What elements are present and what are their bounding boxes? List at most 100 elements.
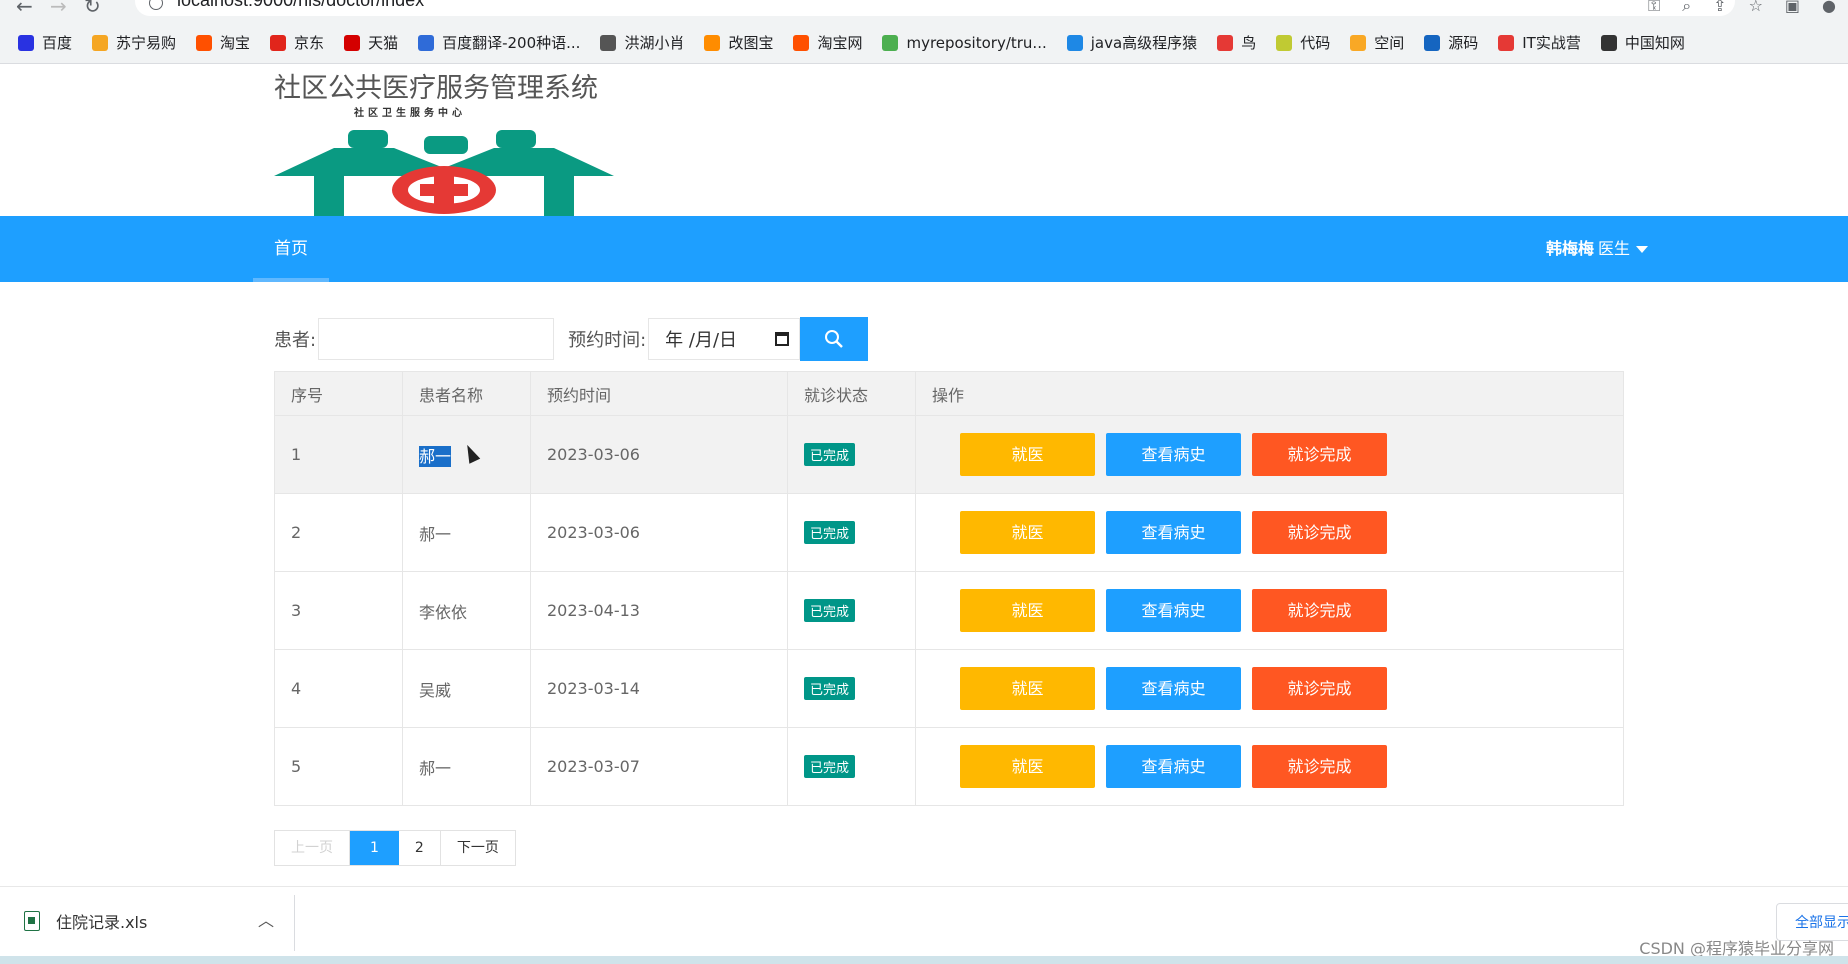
visit-status-cell: 已完成 — [787, 493, 916, 572]
reload-icon[interactable]: ↻ — [84, 0, 101, 18]
appointment-time: 2023-04-13 — [530, 571, 788, 650]
view-history-button[interactable]: 查看病史 — [1106, 589, 1241, 632]
site-info-icon[interactable] — [149, 0, 163, 10]
bookmark-item[interactable]: 改图宝 — [704, 32, 773, 53]
actions-cell: 就医 查看病史 就诊完成 — [915, 415, 1624, 494]
divider — [294, 895, 295, 951]
view-history-button[interactable]: 查看病史 — [1106, 433, 1241, 476]
bookmark-item[interactable]: 淘宝 — [196, 32, 250, 53]
bookmark-item[interactable]: 苏宁易购 — [92, 32, 176, 53]
bookmark-item[interactable]: IT实战营 — [1498, 32, 1581, 53]
patient-label: 患者: — [274, 330, 317, 351]
zoom-icon[interactable]: ⌕ — [1682, 0, 1691, 16]
user-role: 医生 — [1597, 239, 1630, 258]
patient-search-input[interactable] — [318, 318, 555, 360]
bookmark-item[interactable]: 洪湖小肖 — [600, 32, 684, 53]
bookmark-label: java高级程序猿 — [1090, 34, 1198, 52]
download-item[interactable]: 住院记录.xls — [24, 909, 147, 933]
excel-file-icon — [24, 911, 40, 931]
visit-status-cell: 已完成 — [787, 415, 916, 494]
bookmark-label: 天猫 — [368, 34, 399, 52]
status-badge: 已完成 — [804, 677, 856, 700]
browser-toolbar: ← → ↻ localhost:9000/his/doctor/index ⚿ … — [0, 0, 1848, 22]
appointment-time: 2023-03-06 — [530, 415, 788, 494]
bookmark-item[interactable]: java高级程序猿 — [1066, 32, 1198, 53]
bookmark-label: 洪湖小肖 — [624, 34, 685, 52]
key-icon[interactable]: ⚿ — [1648, 0, 1660, 16]
complete-visit-button[interactable]: 就诊完成 — [1252, 589, 1387, 632]
page-1-button[interactable]: 1 — [350, 831, 399, 865]
calendar-icon[interactable] — [775, 332, 790, 346]
bookmark-item[interactable]: 源码 — [1424, 32, 1478, 53]
bookmark-label: 改图宝 — [728, 34, 774, 52]
complete-visit-button[interactable]: 就诊完成 — [1252, 433, 1387, 476]
bookmark-item[interactable]: 百度翻译-200种语... — [418, 32, 580, 53]
bookmark-item[interactable]: 百度 — [18, 32, 72, 53]
view-history-button[interactable]: 查看病史 — [1106, 667, 1241, 710]
bookmark-favicon-icon — [344, 34, 361, 51]
bookmark-item[interactable]: 鸟 — [1217, 32, 1256, 53]
visit-button[interactable]: 就医 — [960, 667, 1095, 710]
visit-button[interactable]: 就医 — [960, 589, 1095, 632]
visit-button[interactable]: 就医 — [960, 433, 1095, 476]
clinic-logo: 社区卫生服务中心 — [274, 106, 614, 216]
bookmark-item[interactable]: myrepository/tru... — [882, 33, 1047, 52]
status-badge: 已完成 — [804, 599, 856, 622]
search-button[interactable] — [800, 317, 869, 361]
appointment-date-input[interactable]: 年 /月/日 — [648, 318, 801, 360]
site-title: 社区公共医疗服务管理系统 — [274, 73, 598, 104]
visit-status-cell: 已完成 — [787, 727, 916, 806]
logo-text: 社区卫生服务中心 — [353, 106, 466, 119]
header-appointment-time: 预约时间 — [530, 371, 788, 416]
bookmark-label: 代码 — [1300, 34, 1331, 52]
bookmark-favicon-icon — [92, 34, 109, 51]
date-placeholder: 年 /月/日 — [665, 330, 738, 351]
row-no: 3 — [274, 571, 403, 650]
visit-status-cell: 已完成 — [787, 649, 916, 728]
view-history-button[interactable]: 查看病史 — [1106, 511, 1241, 554]
star-icon[interactable]: ☆ — [1749, 0, 1763, 16]
patient-name-cell: 李依依 — [402, 571, 531, 650]
visit-button[interactable]: 就医 — [960, 511, 1095, 554]
forward-icon[interactable]: → — [50, 0, 67, 18]
table-row: 3 李依依 2023-04-13 已完成 就医 查看病史 就诊完成 — [274, 571, 1624, 650]
address-bar[interactable]: localhost:9000/his/doctor/index — [135, 0, 1735, 16]
bookmark-label: myrepository/tru... — [906, 33, 1047, 52]
bookmark-item[interactable]: 淘宝网 — [793, 32, 862, 53]
patient-name: 郝一 — [419, 445, 452, 467]
bookmark-favicon-icon — [1276, 34, 1293, 51]
bookmark-item[interactable]: 中国知网 — [1600, 32, 1685, 53]
actions-cell: 就医 查看病史 就诊完成 — [915, 649, 1624, 728]
chevron-up-icon[interactable]: ︿ — [258, 907, 274, 931]
bookmark-item[interactable]: 京东 — [270, 32, 324, 53]
bookmark-item[interactable]: 天猫 — [344, 32, 398, 53]
profile-icon[interactable]: ● — [1822, 0, 1836, 16]
bookmark-item[interactable]: 空间 — [1350, 32, 1404, 53]
back-icon[interactable]: ← — [16, 0, 33, 18]
page-2-button[interactable]: 2 — [398, 831, 441, 865]
bookmark-favicon-icon — [270, 34, 287, 51]
status-badge: 已完成 — [804, 755, 856, 778]
patient-name: 吴威 — [419, 680, 452, 700]
actions-cell: 就医 查看病史 就诊完成 — [915, 727, 1624, 806]
complete-visit-button[interactable]: 就诊完成 — [1252, 667, 1387, 710]
view-history-button[interactable]: 查看病史 — [1106, 745, 1241, 788]
bookmark-label: 百度翻译-200种语... — [442, 34, 581, 52]
prev-page-button[interactable]: 上一页 — [275, 831, 350, 865]
visit-button[interactable]: 就医 — [960, 745, 1095, 788]
bookmark-favicon-icon — [1424, 34, 1441, 51]
bookmark-item[interactable]: 代码 — [1276, 32, 1330, 53]
complete-visit-button[interactable]: 就诊完成 — [1252, 745, 1387, 788]
user-menu[interactable]: 韩梅梅 医生 — [1546, 216, 1648, 282]
header-actions: 操作 — [915, 371, 1624, 416]
patient-name: 李依依 — [419, 602, 468, 622]
bookmark-label: 淘宝网 — [817, 34, 863, 52]
next-page-button[interactable]: 下一页 — [440, 831, 515, 865]
header-visit-status: 就诊状态 — [787, 371, 916, 416]
nav-home[interactable]: 首页 — [253, 216, 329, 282]
table-row: 4 吴威 2023-03-14 已完成 就医 查看病史 就诊完成 — [274, 649, 1624, 728]
bookmark-label: 鸟 — [1241, 34, 1257, 52]
complete-visit-button[interactable]: 就诊完成 — [1252, 511, 1387, 554]
window-icon[interactable]: ▣ — [1785, 0, 1800, 16]
share-icon[interactable]: ⇪ — [1713, 0, 1726, 16]
